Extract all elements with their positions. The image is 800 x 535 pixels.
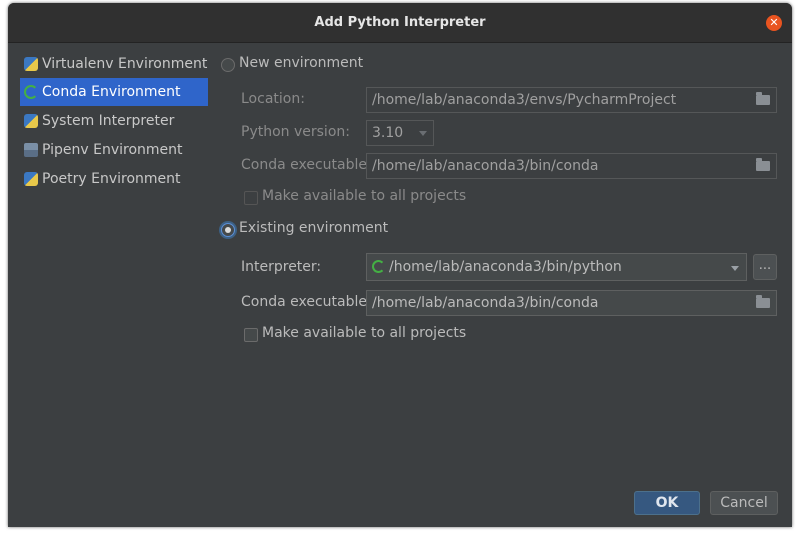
- dialog-title: Add Python Interpreter: [314, 15, 486, 30]
- conda-executable-label: Conda executable:: [241, 157, 372, 173]
- new-environment-label: New environment: [239, 55, 364, 71]
- ok-button[interactable]: OK: [634, 491, 700, 515]
- browse-interpreter-button[interactable]: ...: [753, 254, 777, 280]
- title-bar: Add Python Interpreter ✕: [8, 3, 792, 43]
- location-field: /home/lab/anaconda3/envs/PycharmProject: [366, 87, 777, 113]
- interpreter-value: /home/lab/anaconda3/bin/python: [389, 259, 622, 275]
- python-version-value: 3.10: [372, 125, 404, 141]
- conda-executable-field: /home/lab/anaconda3/bin/conda: [366, 153, 777, 179]
- interpreter-select[interactable]: /home/lab/anaconda3/bin/python: [366, 253, 747, 281]
- make-available-checkbox-new: [244, 191, 258, 205]
- folder-icon[interactable]: [756, 295, 770, 308]
- close-icon[interactable]: ✕: [766, 15, 782, 31]
- chevron-down-icon: [731, 266, 739, 271]
- sidebar-item-label: System Interpreter: [42, 113, 175, 129]
- sidebar-item-conda[interactable]: Conda Environment: [20, 78, 208, 106]
- conda-executable-field-existing[interactable]: /home/lab/anaconda3/bin/conda: [366, 290, 777, 316]
- make-available-label: Make available to all projects: [262, 325, 467, 341]
- conda-executable-value-existing: /home/lab/anaconda3/bin/conda: [372, 295, 599, 311]
- python-version-label: Python version:: [241, 124, 350, 140]
- sidebar-item-label: Poetry Environment: [42, 171, 181, 187]
- location-label: Location:: [241, 91, 305, 107]
- sidebar-item-system-interpreter[interactable]: System Interpreter: [20, 107, 208, 135]
- sidebar: Virtualenv Environment Conda Environment…: [8, 43, 213, 527]
- python-icon: [24, 57, 38, 71]
- sidebar-item-poetry[interactable]: Poetry Environment: [20, 165, 208, 193]
- conda-executable-value: /home/lab/anaconda3/bin/conda: [372, 158, 599, 174]
- existing-environment-label: Existing environment: [239, 220, 389, 236]
- folder-icon: [756, 92, 770, 105]
- conda-icon: [372, 260, 385, 273]
- interpreter-label: Interpreter:: [241, 259, 322, 275]
- existing-environment-radio[interactable]: [221, 223, 235, 237]
- folder-icon: [756, 158, 770, 171]
- chevron-down-icon: [419, 131, 427, 136]
- sidebar-item-pipenv[interactable]: Pipenv Environment: [20, 136, 208, 164]
- pipenv-icon: [24, 143, 38, 157]
- conda-icon: [24, 85, 38, 99]
- python-icon: [24, 114, 38, 128]
- make-available-label-new: Make available to all projects: [262, 188, 467, 204]
- sidebar-item-label: Virtualenv Environment: [42, 56, 208, 72]
- location-value: /home/lab/anaconda3/envs/PycharmProject: [372, 92, 677, 108]
- sidebar-item-virtualenv[interactable]: Virtualenv Environment: [20, 50, 208, 78]
- sidebar-item-label: Pipenv Environment: [42, 142, 183, 158]
- add-python-interpreter-dialog: Add Python Interpreter ✕ Virtualenv Envi…: [8, 3, 792, 527]
- new-environment-radio[interactable]: [221, 58, 235, 72]
- python-version-select: 3.10: [366, 120, 434, 146]
- make-available-checkbox[interactable]: [244, 328, 258, 342]
- python-icon: [24, 172, 38, 186]
- sidebar-item-label: Conda Environment: [42, 84, 181, 100]
- cancel-button[interactable]: Cancel: [710, 491, 778, 515]
- conda-executable-label-existing: Conda executable:: [241, 294, 372, 310]
